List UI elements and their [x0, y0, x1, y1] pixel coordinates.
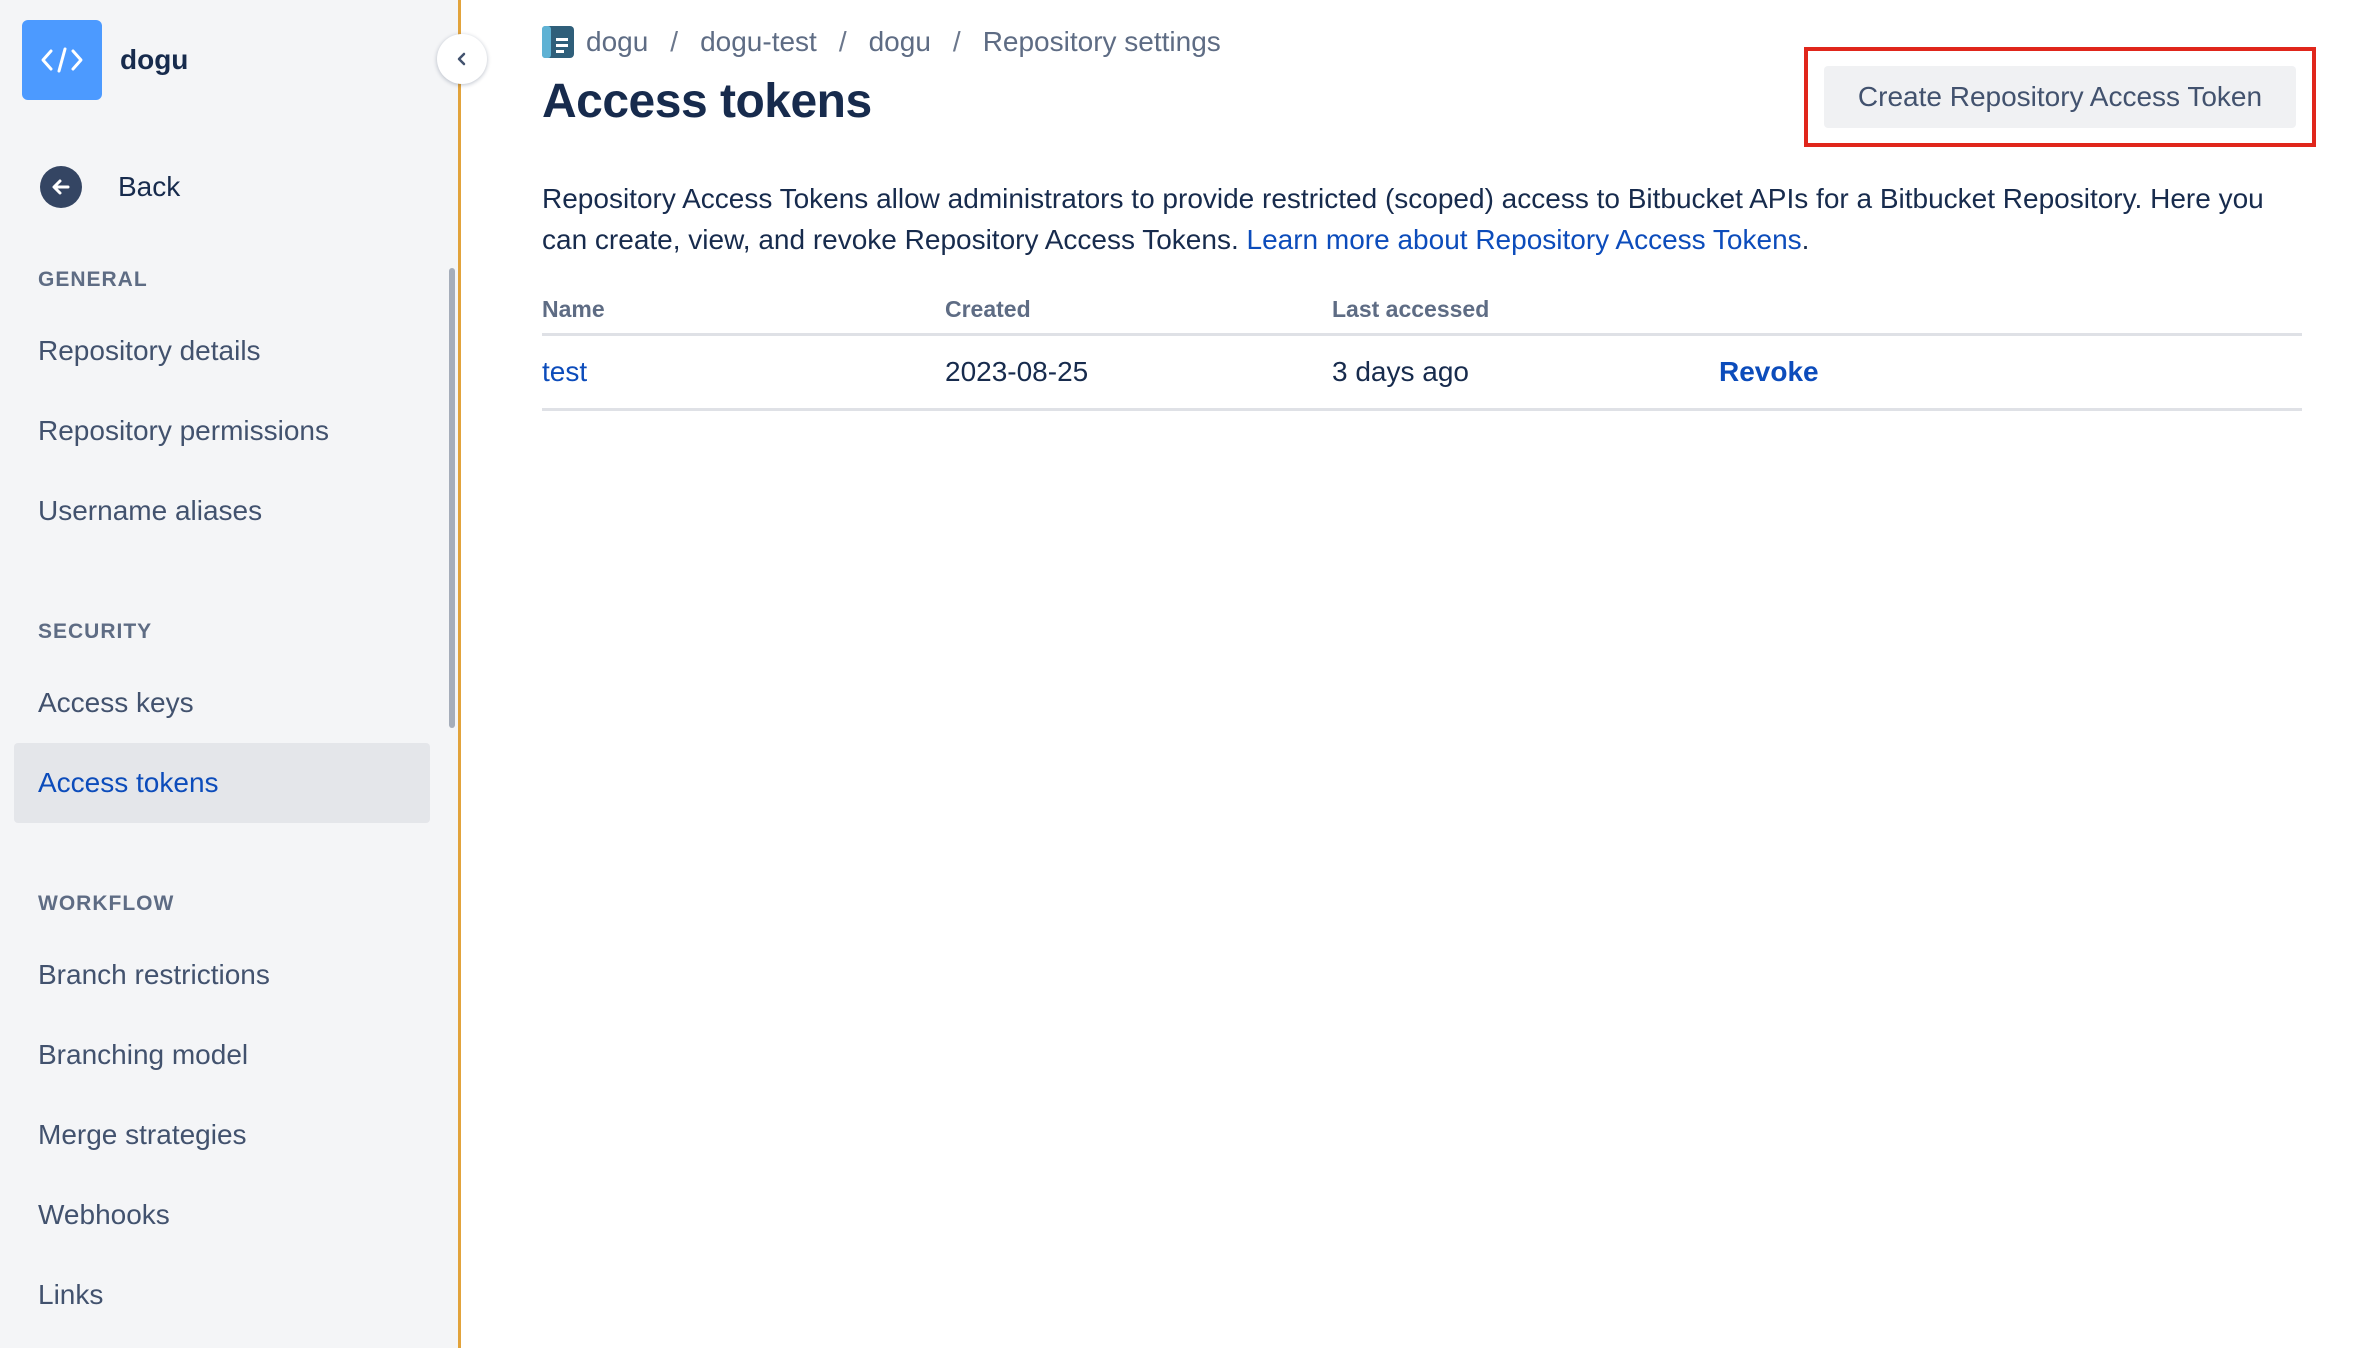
column-header-name: Name	[542, 296, 605, 322]
sidebar-item-repository-permissions[interactable]: Repository permissions	[14, 391, 430, 471]
create-repository-access-token-button[interactable]: Create Repository Access Token	[1824, 66, 2296, 128]
revoke-token-button[interactable]: Revoke	[1719, 356, 1819, 388]
workspace-icon	[542, 26, 574, 58]
breadcrumb-separator: /	[838, 26, 847, 57]
sidebar-item-merge-strategies[interactable]: Merge strategies	[14, 1095, 430, 1175]
sidebar-item-webhooks[interactable]: Webhooks	[14, 1175, 430, 1255]
breadcrumb-separator: /	[670, 26, 679, 57]
sidebar-item-username-aliases[interactable]: Username aliases	[14, 471, 430, 551]
code-repo-icon	[22, 20, 102, 100]
sidebar-item-repository-details[interactable]: Repository details	[14, 311, 430, 391]
token-created-date: 2023-08-25	[945, 356, 1089, 387]
sidebar-item-branching-model[interactable]: Branching model	[14, 1015, 430, 1095]
section-heading-workflow: WORKFLOW	[38, 892, 175, 915]
page-description: Repository Access Tokens allow administr…	[542, 178, 2302, 260]
column-header-created: Created	[945, 296, 1031, 322]
learn-more-link[interactable]: Learn more about Repository Access Token…	[1247, 224, 1802, 255]
sidebar: dogu Back GENERAL Repository details Rep…	[0, 0, 461, 1348]
description-end: .	[1801, 224, 1810, 255]
token-last-accessed: 3 days ago	[1332, 356, 1469, 387]
repo-header[interactable]: dogu	[22, 20, 188, 100]
sidebar-item-access-tokens[interactable]: Access tokens	[14, 743, 430, 823]
breadcrumb-separator: /	[952, 26, 961, 57]
breadcrumb-repository[interactable]: dogu	[869, 26, 931, 58]
breadcrumb-project[interactable]: dogu-test	[700, 26, 817, 58]
sidebar-scrollbar[interactable]	[449, 268, 455, 728]
chevron-left-icon	[457, 52, 466, 66]
sidebar-item-access-keys[interactable]: Access keys	[14, 663, 430, 743]
main-content: dogu / dogu-test / dogu / Repository set…	[542, 0, 2356, 1348]
token-name-link[interactable]: test	[542, 356, 587, 388]
table-row: test 2023-08-25 3 days ago Revoke	[542, 336, 2302, 411]
access-tokens-table: Name Created Last accessed test 2023-08-…	[542, 290, 2302, 411]
arrow-left-icon	[40, 166, 82, 208]
column-header-last-accessed: Last accessed	[1332, 296, 1490, 322]
collapse-sidebar-button[interactable]	[437, 34, 487, 84]
breadcrumb-repository-settings[interactable]: Repository settings	[983, 26, 1221, 58]
sidebar-item-branch-restrictions[interactable]: Branch restrictions	[14, 935, 430, 1015]
page-title: Access tokens	[542, 75, 872, 128]
breadcrumb-workspace[interactable]: dogu	[586, 26, 648, 58]
breadcrumb: dogu / dogu-test / dogu / Repository set…	[542, 26, 1221, 58]
table-header-row: Name Created Last accessed	[542, 290, 2302, 336]
repo-name: dogu	[120, 44, 189, 75]
back-link[interactable]: Back	[40, 166, 180, 208]
section-heading-security: SECURITY	[38, 620, 153, 643]
section-heading-general: GENERAL	[38, 268, 148, 291]
sidebar-item-links[interactable]: Links	[14, 1255, 430, 1335]
app-root: dogu Back GENERAL Repository details Rep…	[0, 0, 2356, 1348]
back-label: Back	[118, 171, 181, 202]
